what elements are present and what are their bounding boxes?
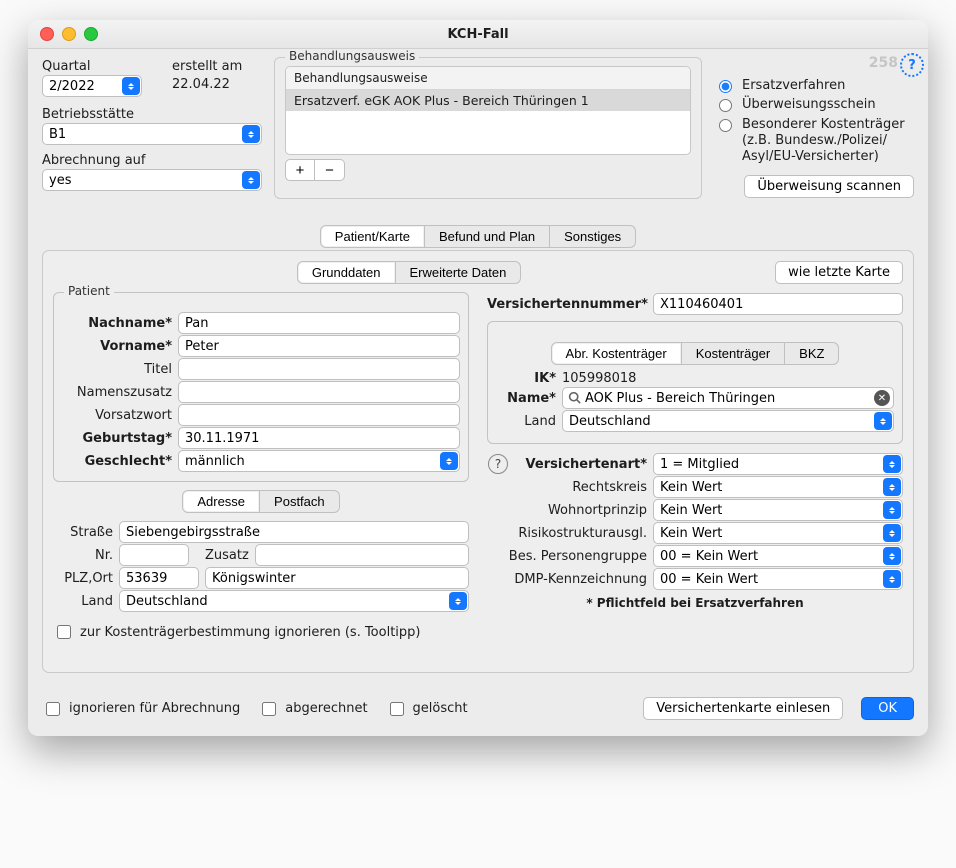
titel-input[interactable] bbox=[178, 358, 460, 380]
remove-row-button[interactable]: − bbox=[315, 159, 345, 181]
geburtstag-label: Geburtstag* bbox=[62, 431, 178, 446]
abrechnung-auf-label: Abrechnung auf bbox=[42, 153, 262, 168]
addr-tab-adresse[interactable]: Adresse bbox=[182, 490, 260, 513]
list-item[interactable]: Ersatzverf. eGK AOK Plus - Bereich Thüri… bbox=[286, 90, 690, 111]
ik-value: 105998018 bbox=[562, 371, 894, 386]
help-icon[interactable]: ? bbox=[488, 454, 508, 474]
behandlungsausweise-list[interactable]: Ersatzverf. eGK AOK Plus - Bereich Thüri… bbox=[286, 90, 690, 154]
iktab-abr[interactable]: Abr. Kostenträger bbox=[551, 342, 682, 365]
strasse-input[interactable] bbox=[119, 521, 469, 543]
radio-label: Überweisungsschein bbox=[742, 97, 876, 113]
zusatz-input[interactable] bbox=[255, 544, 469, 566]
tab-patient-karte[interactable]: Patient/Karte bbox=[320, 225, 425, 248]
personengruppe-select[interactable]: 00 = Kein Wert bbox=[653, 545, 903, 567]
land-select[interactable]: Deutschland bbox=[119, 590, 469, 612]
wohnortprinzip-select[interactable]: Kein Wert bbox=[653, 499, 903, 521]
vorsatzwort-input[interactable] bbox=[178, 404, 460, 426]
pflichtfeld-note: * Pflichtfeld bei Ersatzverfahren bbox=[487, 596, 903, 610]
abgerechnet-checkbox[interactable]: abgerechnet bbox=[258, 699, 367, 719]
quartal-select[interactable]: 2/2022 bbox=[42, 75, 142, 97]
zusatz-label: Zusatz bbox=[205, 548, 249, 563]
namenszusatz-input[interactable] bbox=[178, 381, 460, 403]
vorname-input[interactable] bbox=[178, 335, 460, 357]
tab-sonstiges[interactable]: Sonstiges bbox=[550, 225, 636, 248]
vorname-label: Vorname* bbox=[62, 339, 178, 354]
wie-letzte-karte-button[interactable]: wie letzte Karte bbox=[775, 261, 903, 284]
risiko-select[interactable]: Kein Wert bbox=[653, 522, 903, 544]
wohnortprinzip-label: Wohnortprinzip bbox=[487, 503, 653, 518]
versichertenart-select[interactable]: 1 = Mitglied bbox=[653, 453, 903, 475]
ok-button[interactable]: OK bbox=[861, 697, 914, 720]
karte-einlesen-button[interactable]: Versichertenkarte einlesen bbox=[643, 697, 843, 720]
nachname-input[interactable] bbox=[178, 312, 460, 334]
tab-befund-und-plan[interactable]: Befund und Plan bbox=[425, 225, 550, 248]
nr-label: Nr. bbox=[53, 548, 119, 563]
clear-icon[interactable]: ✕ bbox=[874, 390, 890, 406]
versnr-label: Versichertennummer* bbox=[487, 297, 653, 312]
geburtstag-input[interactable] bbox=[178, 427, 460, 449]
geloescht-checkbox[interactable]: gelöscht bbox=[386, 699, 468, 719]
strasse-label: Straße bbox=[53, 525, 119, 540]
dmp-label: DMP-Kennzeichnung bbox=[487, 572, 653, 587]
scan-ueberweisung-button[interactable]: Überweisung scannen bbox=[744, 175, 914, 198]
radio-ueberweisungsschein[interactable]: Überweisungsschein bbox=[714, 97, 914, 113]
quartal-label: Quartal bbox=[42, 59, 142, 74]
radio-label: Besonderer Kostenträger (z.B. Bundesw./P… bbox=[742, 117, 905, 166]
ignore-abrechnung-checkbox[interactable]: ignorieren für Abrechnung bbox=[42, 699, 240, 719]
titel-label: Titel bbox=[62, 362, 178, 377]
ik-label: IK* bbox=[496, 371, 562, 386]
radio-ersatzverfahren[interactable]: Ersatzverfahren bbox=[714, 78, 914, 94]
subtab-grunddaten[interactable]: Grunddaten bbox=[297, 261, 396, 284]
plz-input[interactable] bbox=[119, 567, 199, 589]
ik-name-label: Name* bbox=[496, 391, 562, 406]
radio-label: Ersatzverfahren bbox=[742, 78, 845, 94]
geschlecht-select[interactable]: männlich bbox=[178, 450, 460, 472]
nr-input[interactable] bbox=[119, 544, 189, 566]
abrechnung-auf-select[interactable]: yes bbox=[42, 169, 262, 191]
rechtskreis-label: Rechtskreis bbox=[487, 480, 653, 495]
personengruppe-label: Bes. Personengruppe bbox=[487, 549, 653, 564]
geschlecht-label: Geschlecht* bbox=[62, 454, 178, 469]
versichertenart-label: Versichertenart* bbox=[509, 457, 653, 472]
vorsatzwort-label: Vorsatzwort bbox=[62, 408, 178, 423]
add-row-button[interactable]: + bbox=[285, 159, 315, 181]
behandlungsausweis-legend: Behandlungsausweis bbox=[285, 49, 419, 63]
ort-input[interactable] bbox=[205, 567, 469, 589]
subtab-erweiterte-daten[interactable]: Erweiterte Daten bbox=[396, 261, 522, 284]
erstellt-value: 22.04.22 bbox=[172, 77, 262, 92]
plzort-label: PLZ,Ort bbox=[53, 571, 119, 586]
land-label: Land bbox=[53, 594, 119, 609]
iktab-bkz[interactable]: BKZ bbox=[785, 342, 839, 365]
dmp-select[interactable]: 00 = Kein Wert bbox=[653, 568, 903, 590]
namenszusatz-label: Namenszusatz bbox=[62, 385, 178, 400]
patient-legend: Patient bbox=[64, 284, 114, 298]
kost-ignore-checkbox[interactable]: zur Kostenträgerbestimmung ignorieren (s… bbox=[53, 622, 469, 642]
titlebar: KCH-Fall bbox=[28, 20, 928, 49]
addr-tab-postfach[interactable]: Postfach bbox=[260, 490, 340, 513]
radio-besonderer-kostentraeger[interactable]: Besonderer Kostenträger (z.B. Bundesw./P… bbox=[714, 117, 914, 166]
kost-ignore-label: zur Kostenträgerbestimmung ignorieren (s… bbox=[80, 625, 421, 640]
betriebsstaette-select[interactable]: B1 bbox=[42, 123, 262, 145]
window-title: KCH-Fall bbox=[28, 27, 928, 42]
rechtskreis-select[interactable]: Kein Wert bbox=[653, 476, 903, 498]
betriebsstaette-label: Betriebsstätte bbox=[42, 107, 262, 122]
versnr-input[interactable] bbox=[653, 293, 903, 315]
behandlungsausweise-header: Behandlungsausweise bbox=[286, 67, 690, 90]
risiko-label: Risikostrukturausgl. bbox=[487, 526, 653, 541]
search-icon bbox=[568, 391, 581, 404]
iktab-kost[interactable]: Kostenträger bbox=[682, 342, 785, 365]
ik-name-search-input[interactable] bbox=[562, 387, 894, 409]
erstellt-label: erstellt am bbox=[172, 59, 262, 74]
nachname-label: Nachname* bbox=[62, 316, 178, 331]
ik-land-select[interactable]: Deutschland bbox=[562, 410, 894, 432]
ik-land-label: Land bbox=[496, 414, 562, 429]
main-tabs: Patient/Karte Befund und Plan Sonstiges bbox=[42, 225, 914, 248]
